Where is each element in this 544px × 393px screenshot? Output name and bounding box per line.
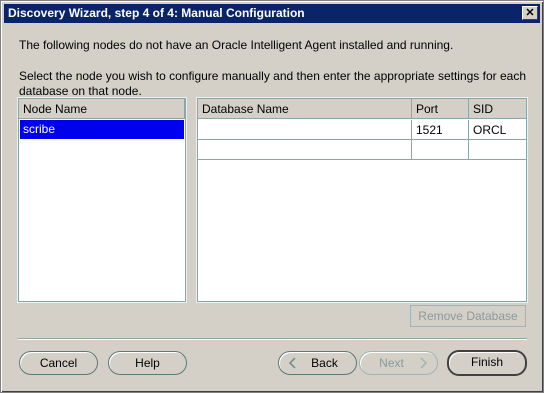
instruction-text: Select the node you wish to configure ma… (19, 69, 526, 98)
cancel-label: Cancel (39, 356, 78, 370)
intro-text: The following nodes do not have an Oracl… (19, 38, 454, 52)
close-icon: ✕ (525, 7, 535, 19)
database-table: Database Name Port SID 1521 ORCL (197, 98, 527, 302)
port-header[interactable]: Port (412, 99, 469, 119)
sid-cell[interactable] (469, 140, 526, 160)
help-button[interactable]: Help (108, 351, 187, 375)
sid-header[interactable]: SID (469, 99, 526, 119)
node-name-header[interactable]: Node Name (19, 99, 185, 119)
node-row-selected[interactable]: scribe (20, 120, 184, 139)
back-button[interactable]: Back (278, 351, 357, 375)
back-label: Back (311, 356, 338, 370)
chevron-left-icon (288, 357, 296, 369)
sid-cell[interactable]: ORCL (469, 120, 526, 140)
remove-database-label: Remove Database (418, 309, 518, 323)
database-name-header[interactable]: Database Name (198, 99, 412, 119)
help-label: Help (135, 356, 160, 370)
next-button[interactable]: Next (359, 351, 438, 375)
finish-button[interactable]: Finish (447, 350, 527, 376)
separator (18, 338, 527, 340)
next-label: Next (379, 356, 404, 370)
chevron-right-icon (420, 357, 428, 369)
port-cell[interactable]: 1521 (412, 120, 469, 140)
remove-database-button[interactable]: Remove Database (410, 305, 526, 327)
finish-label: Finish (470, 355, 503, 369)
close-button[interactable]: ✕ (522, 6, 538, 20)
node-list: Node Name scribe (18, 98, 186, 302)
port-cell[interactable] (412, 140, 469, 160)
database-name-cell[interactable] (198, 120, 412, 140)
cancel-button[interactable]: Cancel (19, 351, 98, 375)
dialog-window: Discovery Wizard, step 4 of 4: Manual Co… (0, 0, 544, 393)
window-title: Discovery Wizard, step 4 of 4: Manual Co… (8, 6, 305, 20)
title-bar: Discovery Wizard, step 4 of 4: Manual Co… (4, 4, 540, 23)
database-name-cell[interactable] (198, 140, 412, 160)
